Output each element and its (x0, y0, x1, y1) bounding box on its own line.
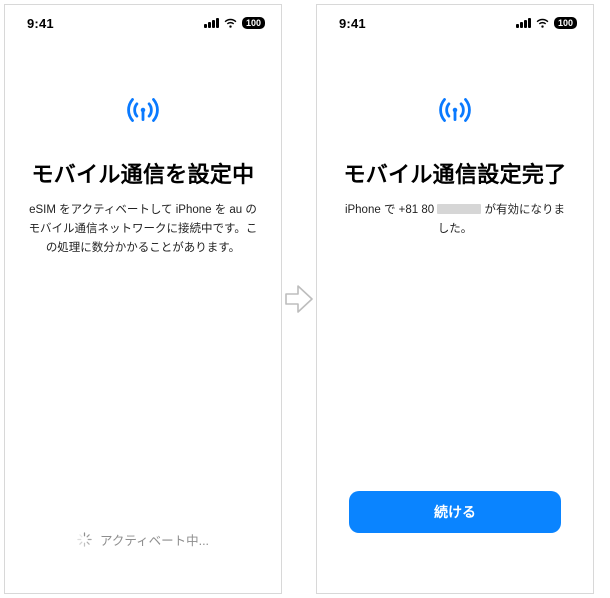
main-content: モバイル通信設定完了 iPhone で +81 80 が有効になりました。 続け… (317, 41, 593, 593)
battery-badge: 100 (554, 17, 577, 29)
status-bar: 9:41 100 (5, 5, 281, 41)
antenna-icon (434, 89, 476, 131)
cellular-signal-icon (516, 18, 531, 28)
spinner-icon (77, 532, 92, 547)
wifi-icon (535, 18, 550, 29)
phone-text-prefix: iPhone で +81 80 (345, 204, 434, 216)
main-content: モバイル通信を設定中 eSIM をアクティベートして iPhone を au の… (5, 41, 281, 593)
activating-status: アクティベート中... (23, 530, 263, 573)
screen-setup-complete: 9:41 100 (316, 4, 594, 594)
status-time: 9:41 (339, 16, 366, 31)
activating-label: アクティベート中... (100, 530, 209, 549)
cellular-signal-icon (204, 18, 219, 28)
page-title: モバイル通信設定完了 (343, 157, 566, 189)
page-title: モバイル通信を設定中 (31, 157, 254, 189)
status-bar: 9:41 100 (317, 5, 593, 41)
continue-button[interactable]: 続ける (349, 491, 561, 533)
screen-setup-in-progress: 9:41 100 (4, 4, 282, 594)
status-indicators: 100 (204, 17, 265, 29)
antenna-icon (122, 89, 164, 131)
status-indicators: 100 (516, 17, 577, 29)
body-text: iPhone で +81 80 が有効になりました。 (335, 201, 575, 239)
wifi-icon (223, 18, 238, 29)
status-time: 9:41 (27, 16, 54, 31)
redacted-phone-number (437, 204, 481, 214)
arrow-right-icon (282, 282, 316, 316)
body-text: eSIM をアクティベートして iPhone を au のモバイル通信ネットワー… (23, 201, 263, 258)
battery-badge: 100 (242, 17, 265, 29)
